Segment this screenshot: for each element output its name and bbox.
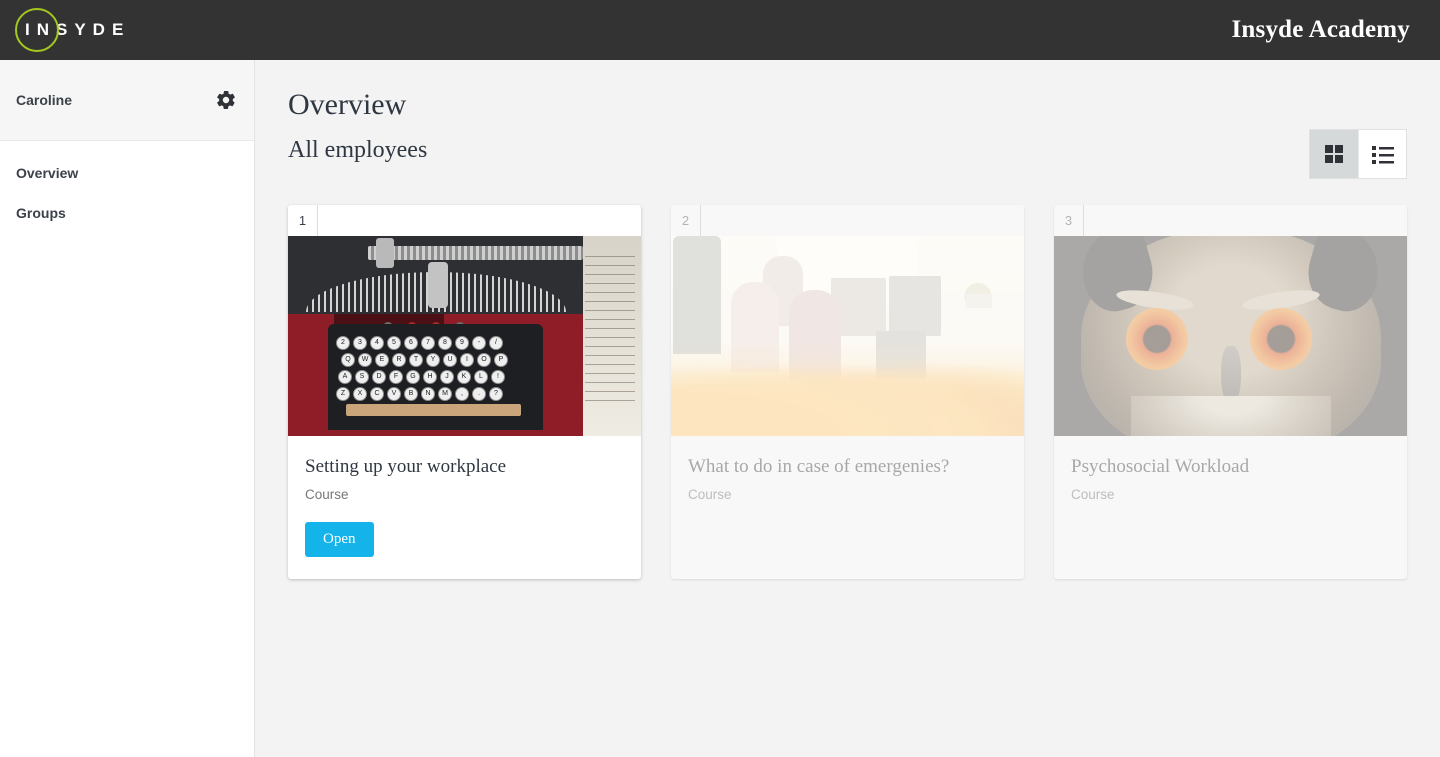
card-number-row: 1 [288,205,641,236]
list-view-icon[interactable] [1358,130,1406,178]
card-body: Psychosocial Workload Course [1054,436,1407,567]
course-card-list: 1 234 567 [288,205,1407,579]
sidebar-item-groups[interactable]: Groups [0,193,254,233]
grid-view-icon[interactable] [1310,130,1358,178]
logo-circle-icon [15,8,59,52]
sidebar-item-overview[interactable]: Overview [0,153,254,193]
course-card[interactable]: 3 Psychosocial Workload Course [1054,205,1407,579]
card-title: What to do in case of emergenies? [688,456,1007,479]
card-body: What to do in case of emergenies? Course [671,436,1024,567]
top-bar: INSYDE Insyde Academy [0,0,1440,60]
card-number-badge: 1 [288,205,318,236]
course-card[interactable]: 2 What to do in case of emergenies? [671,205,1024,579]
course-thumbnail-owl [1054,236,1407,436]
main-content: Overview All employees [255,60,1440,757]
sidebar-user-name: Caroline [16,92,72,108]
course-card[interactable]: 1 234 567 [288,205,641,579]
page-subtitle: All employees [288,137,427,163]
card-body: Setting up your workplace Course Open [288,436,641,579]
sidebar-user-header: Caroline [0,60,254,141]
page-title: Overview [288,88,1407,121]
app-logo[interactable]: INSYDE [0,0,130,60]
card-subtitle: Course [1071,487,1390,502]
sidebar: Caroline Overview Groups [0,60,255,757]
card-title: Psychosocial Workload [1071,456,1390,479]
course-thumbnail-office-fire [671,236,1024,436]
card-number-badge: 2 [671,205,701,236]
card-subtitle: Course [305,487,624,502]
card-number-badge: 3 [1054,205,1084,236]
card-number-row: 3 [1054,205,1407,236]
brand-title: Insyde Academy [1231,16,1440,44]
sidebar-nav: Overview Groups [0,141,254,233]
course-thumbnail-typewriter: 234 567 89- / QWE RTY UIO P ASD FGH [288,236,641,436]
open-course-button[interactable]: Open [305,522,374,557]
card-subtitle: Course [688,487,1007,502]
card-number-row: 2 [671,205,1024,236]
card-title: Setting up your workplace [305,456,624,479]
view-toggle-group [1309,129,1407,179]
subheader-row: All employees [288,137,1407,179]
gear-icon[interactable] [214,88,238,112]
